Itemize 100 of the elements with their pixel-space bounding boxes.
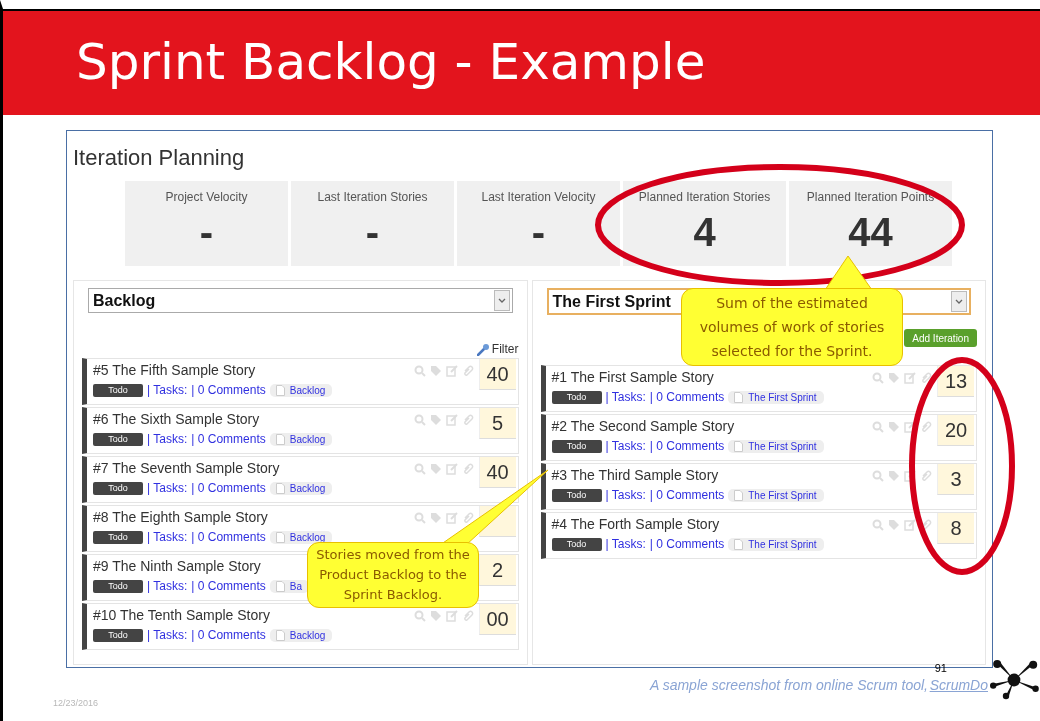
search-icon[interactable] <box>413 365 426 377</box>
status-badge: Todo <box>551 390 602 404</box>
paperclip-icon[interactable] <box>461 414 474 426</box>
story-card[interactable]: #3 The Third Sample Story Todo | Tasks: | 0 Comments The First Sprint 3 <box>540 463 977 510</box>
status-badge: Todo <box>551 537 602 551</box>
points-box[interactable]: 20 <box>937 415 974 446</box>
paperclip-icon[interactable] <box>461 512 474 524</box>
story-card[interactable]: #4 The Forth Sample Story Todo | Tasks: | 0 Comments The First Sprint 8 <box>540 512 977 559</box>
callout-tooltip: Stories moved from the Product Backlog to the Sprint Backlog. <box>307 542 479 608</box>
paperclip-icon[interactable] <box>920 372 932 384</box>
status-badge: Todo <box>93 432 143 446</box>
document-icon <box>275 580 285 592</box>
story-card[interactable]: #5 The Fifth Sample Story Todo | Tasks: | 0 Comments Backlog 40 <box>82 358 519 405</box>
story-points: 20 <box>944 418 968 442</box>
points-box[interactable]: 2 <box>478 555 516 586</box>
tag-label: Backlog <box>289 629 326 641</box>
tag-label: The First Sprint <box>748 391 817 403</box>
document-icon <box>734 538 744 550</box>
story-title: #3 The Third Sample Story <box>551 467 719 483</box>
comments-link[interactable]: | 0 Comments <box>649 488 725 502</box>
paperclip-icon[interactable] <box>461 610 474 622</box>
tasks-link[interactable]: | Tasks: <box>605 488 646 502</box>
points-box[interactable]: 5 <box>478 408 516 439</box>
stat-label: Project Velocity <box>165 190 248 204</box>
story-title: #2 The Second Sample Story <box>551 418 735 434</box>
tag-label: The First Sprint <box>748 489 817 501</box>
story-card[interactable]: #2 The Second Sample Story Todo | Tasks: | 0 Comments The First Sprint 20 <box>540 414 977 461</box>
tag-icon[interactable] <box>888 372 900 384</box>
paperclip-icon[interactable] <box>461 463 474 475</box>
status-badge: Todo <box>93 579 143 593</box>
comments-link[interactable]: | 0 Comments <box>649 439 725 453</box>
tasks-link[interactable]: | Tasks: <box>147 383 188 397</box>
story-points: 2 <box>491 558 504 582</box>
stat-value: 4 <box>693 210 716 255</box>
tag-icon[interactable] <box>429 463 442 475</box>
tasks-link[interactable]: | Tasks: <box>147 628 188 642</box>
search-icon[interactable] <box>872 421 884 433</box>
tag-icon[interactable] <box>429 610 442 622</box>
search-icon[interactable] <box>872 519 884 531</box>
search-icon[interactable] <box>872 470 884 482</box>
tag-icon[interactable] <box>429 365 442 377</box>
document-icon <box>275 482 285 494</box>
comments-link[interactable]: | 0 Comments <box>191 383 266 397</box>
tag-icon[interactable] <box>429 512 442 524</box>
tag-label: The First Sprint <box>748 440 817 452</box>
paperclip-icon[interactable] <box>461 365 474 377</box>
points-box[interactable]: 40 <box>478 457 516 488</box>
tasks-link[interactable]: | Tasks: <box>605 390 646 404</box>
story-points: 00 <box>486 607 509 631</box>
story-card[interactable]: #6 The Sixth Sample Story Todo | Tasks: | 0 Comments Backlog 5 <box>82 407 519 454</box>
points-box[interactable]: 40 <box>478 359 516 390</box>
tasks-link[interactable]: | Tasks: <box>147 481 188 495</box>
document-icon <box>275 629 285 641</box>
story-points: 8 <box>950 516 962 540</box>
tag-label: Backlog <box>289 482 326 494</box>
stat-label: Planned Iteration Stories <box>638 190 771 204</box>
paperclip-icon[interactable] <box>920 519 932 531</box>
filter-link[interactable]: Filter <box>476 342 519 356</box>
story-points: 40 <box>486 362 509 386</box>
comments-link[interactable]: | 0 Comments <box>191 481 266 495</box>
tasks-link[interactable]: | Tasks: <box>605 537 646 551</box>
search-icon[interactable] <box>872 372 884 384</box>
edit-icon[interactable] <box>904 470 916 482</box>
tag-icon[interactable] <box>888 421 900 433</box>
points-box[interactable]: 13 <box>937 366 974 397</box>
document-icon <box>275 531 285 543</box>
comments-link[interactable]: | 0 Comments <box>191 579 266 593</box>
tasks-link[interactable]: | Tasks: <box>147 432 188 446</box>
tag-label: The First Sprint <box>748 538 817 550</box>
tasks-link[interactable]: | Tasks: <box>605 439 646 453</box>
slide-caption: A sample screenshot from online Scrum tool, <box>649 677 928 693</box>
search-icon[interactable] <box>413 414 426 426</box>
points-box[interactable]: 8 <box>937 513 974 544</box>
document-icon <box>275 433 285 445</box>
iteration-dropdown[interactable]: Backlog <box>88 288 513 313</box>
comments-link[interactable]: | 0 Comments <box>649 390 725 404</box>
points-box[interactable]: 00 <box>478 604 516 635</box>
tag-label: Backlog <box>289 433 326 445</box>
tag-icon[interactable] <box>888 519 900 531</box>
comments-link[interactable]: | 0 Comments <box>191 628 266 642</box>
story-card[interactable]: #7 The Seventh Sample Story Todo | Tasks: | 0 Comments Backlog 40 <box>82 456 519 503</box>
paperclip-icon[interactable] <box>920 421 932 433</box>
dropdown-caret-icon <box>493 290 510 311</box>
story-title: #6 The Sixth Sample Story <box>93 411 260 427</box>
tasks-link[interactable]: | Tasks: <box>147 579 188 593</box>
points-box[interactable]: 3 <box>937 464 974 495</box>
search-icon[interactable] <box>413 512 426 524</box>
search-icon[interactable] <box>413 463 426 475</box>
comments-link[interactable]: | 0 Comments <box>191 432 266 446</box>
comments-link[interactable]: | 0 Comments <box>649 537 725 551</box>
search-icon[interactable] <box>413 610 426 622</box>
document-icon <box>734 489 744 501</box>
comments-link[interactable]: | 0 Comments <box>191 530 266 544</box>
tag-icon[interactable] <box>888 470 900 482</box>
paperclip-icon[interactable] <box>920 470 932 482</box>
story-title: #1 The First Sample Story <box>551 369 714 385</box>
logo-drawing <box>989 660 1039 700</box>
edit-icon[interactable] <box>904 421 916 433</box>
tag-icon[interactable] <box>429 414 442 426</box>
tasks-link[interactable]: | Tasks: <box>147 530 188 544</box>
